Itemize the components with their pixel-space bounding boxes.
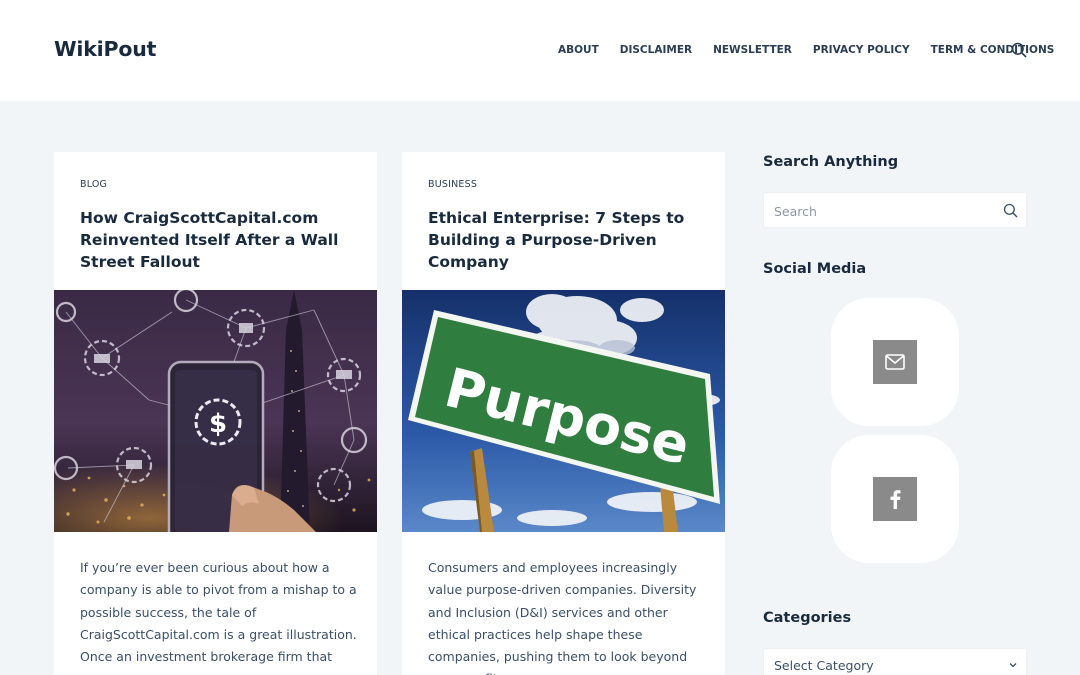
social-item-facebook bbox=[831, 435, 959, 563]
post-title[interactable]: How CraigScottCapital.com Reinvented Its… bbox=[80, 207, 360, 273]
search-icon[interactable] bbox=[1011, 42, 1027, 58]
svg-text:$: $ bbox=[209, 409, 227, 439]
chevron-down-icon bbox=[1009, 663, 1017, 668]
post-card: BUSINESS Ethical Enterprise: 7 Steps to … bbox=[402, 152, 725, 675]
post-category[interactable]: BLOG bbox=[80, 179, 107, 190]
facebook-icon bbox=[890, 490, 901, 509]
post-title[interactable]: Ethical Enterprise: 7 Steps to Building … bbox=[428, 207, 708, 273]
nav-item-privacy-policy[interactable]: PRIVACY POLICY bbox=[813, 44, 910, 56]
nav-item-terms-conditions[interactable]: TERM & CONDITIONS bbox=[931, 44, 1055, 56]
mail-icon bbox=[885, 354, 905, 370]
main-nav: ABOUT DISCLAIMER NEWSLETTER PRIVACY POLI… bbox=[558, 44, 1054, 56]
post-excerpt: Consumers and employees increasingly val… bbox=[428, 560, 697, 675]
post-category[interactable]: BUSINESS bbox=[428, 179, 477, 190]
site-header: WikiPout ABOUT DISCLAIMER NEWSLETTER PRI… bbox=[0, 0, 1080, 101]
category-select[interactable]: Select Category bbox=[763, 648, 1027, 675]
mail-button[interactable] bbox=[873, 340, 917, 384]
site-logo[interactable]: WikiPout bbox=[54, 37, 156, 61]
post-card: BLOG How CraigScottCapital.com Reinvente… bbox=[54, 152, 377, 675]
search-field[interactable] bbox=[763, 192, 1027, 228]
smartphone-finance-network-city-image: $ bbox=[54, 290, 377, 532]
social-widget-title: Social Media bbox=[763, 261, 867, 277]
post-image[interactable]: $ bbox=[54, 290, 377, 532]
facebook-button[interactable] bbox=[873, 477, 917, 521]
purpose-road-sign-image: Purpose bbox=[402, 290, 725, 532]
post-excerpt: If you’re ever been curious about how a … bbox=[80, 560, 357, 675]
search-input[interactable] bbox=[774, 201, 984, 221]
social-item-mail bbox=[831, 298, 959, 426]
search-icon[interactable] bbox=[1003, 203, 1018, 218]
nav-item-newsletter[interactable]: NEWSLETTER bbox=[713, 44, 792, 56]
categories-widget-title: Categories bbox=[763, 610, 852, 626]
category-select-value: Select Category bbox=[774, 658, 874, 673]
post-image[interactable]: Purpose bbox=[402, 290, 725, 532]
nav-item-about[interactable]: ABOUT bbox=[558, 44, 599, 56]
search-widget-title: Search Anything bbox=[763, 154, 899, 170]
nav-item-disclaimer[interactable]: DISCLAIMER bbox=[620, 44, 692, 56]
